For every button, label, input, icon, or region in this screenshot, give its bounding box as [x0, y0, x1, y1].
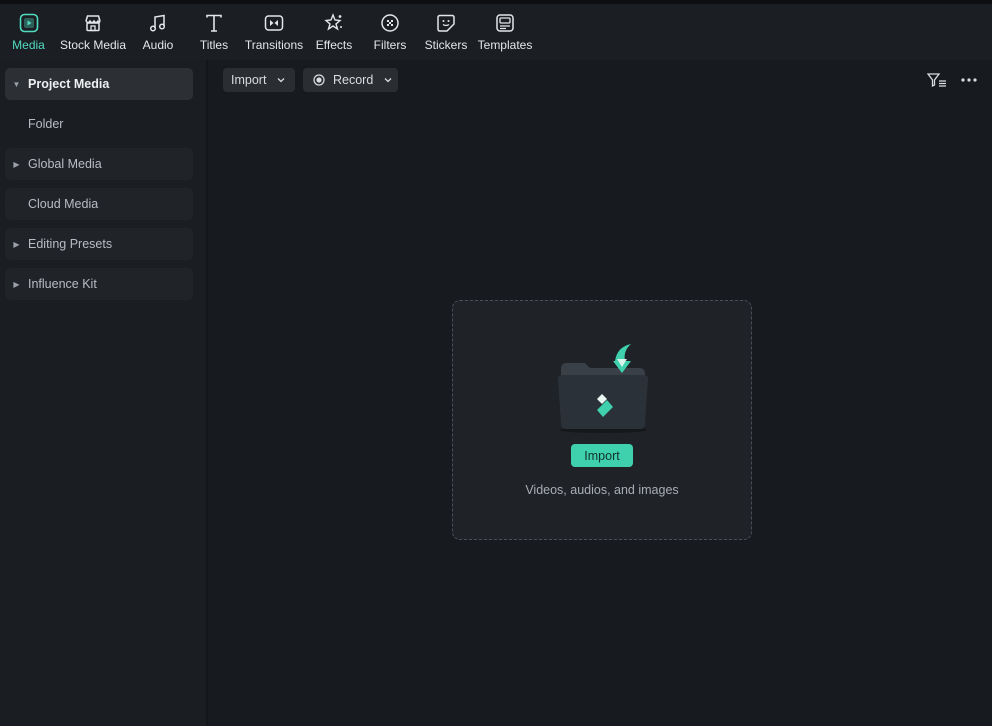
- music-note-icon: [147, 12, 169, 34]
- sidebar-item-label: Folder: [28, 117, 64, 131]
- dropzone-hint: Videos, audios, and images: [525, 483, 679, 497]
- tab-media[interactable]: Media: [0, 4, 57, 60]
- sidebar-item-project-media[interactable]: ▼ Project Media: [5, 68, 193, 100]
- chevron-down-icon: [276, 75, 286, 85]
- sidebar-item-cloud-media[interactable]: Cloud Media: [5, 188, 193, 220]
- media-toolbar: Media Stock Media Audio Titles Transitio…: [0, 4, 992, 60]
- tab-transitions-label: Transitions: [244, 38, 304, 52]
- chevron-down-icon: [383, 75, 393, 85]
- media-library-panel: Import Record Import Videos, audios, and…: [208, 60, 992, 726]
- folder-import-icon: [553, 341, 653, 437]
- record-icon: [313, 74, 325, 86]
- sidebar-item-folder[interactable]: Folder: [5, 108, 193, 140]
- stock-media-icon: [82, 12, 104, 34]
- media-sidebar: ▼ Project Media Folder ▶ Global Media Cl…: [0, 60, 206, 726]
- media-icon: [18, 12, 40, 34]
- transitions-icon: [263, 12, 285, 34]
- tab-templates-label: Templates: [477, 38, 533, 52]
- tab-stock-media[interactable]: Stock Media: [57, 4, 129, 60]
- tab-filters-label: Filters: [373, 38, 407, 52]
- tab-media-label: Media: [12, 38, 45, 52]
- tab-stock-media-label: Stock Media: [59, 38, 127, 52]
- sidebar-item-label: Influence Kit: [28, 277, 97, 291]
- caret-right-icon[interactable]: ▶: [5, 160, 28, 169]
- tab-audio-label: Audio: [142, 38, 174, 52]
- sidebar-item-editing-presets[interactable]: ▶ Editing Presets: [5, 228, 193, 260]
- caret-down-icon[interactable]: ▼: [5, 80, 28, 89]
- sidebar-item-global-media[interactable]: ▶ Global Media: [5, 148, 193, 180]
- sidebar-item-influence-kit[interactable]: ▶ Influence Kit: [5, 268, 193, 300]
- tab-templates[interactable]: Templates: [473, 4, 537, 60]
- sidebar-item-label: Project Media: [28, 77, 110, 91]
- titles-t-icon: [203, 12, 225, 34]
- effects-icon: [323, 12, 345, 34]
- record-button-label: Record: [333, 73, 374, 87]
- sidebar-item-label: Global Media: [28, 157, 102, 171]
- stickers-icon: [435, 12, 457, 34]
- tab-effects[interactable]: Effects: [307, 4, 361, 60]
- filter-sort-icon[interactable]: [926, 72, 947, 88]
- tab-stickers-label: Stickers: [424, 38, 468, 52]
- import-button-label: Import: [231, 73, 267, 87]
- tab-stickers[interactable]: Stickers: [419, 4, 473, 60]
- import-dropdown-button[interactable]: Import: [223, 68, 295, 92]
- tab-titles[interactable]: Titles: [187, 4, 241, 60]
- sidebar-item-label: Cloud Media: [28, 197, 99, 211]
- templates-icon: [494, 12, 516, 34]
- more-options-icon[interactable]: [960, 72, 978, 88]
- tab-effects-label: Effects: [315, 38, 353, 52]
- tab-titles-label: Titles: [199, 38, 229, 52]
- import-media-button[interactable]: Import: [571, 444, 633, 467]
- caret-right-icon[interactable]: ▶: [5, 240, 28, 249]
- filters-icon: [379, 12, 401, 34]
- tab-filters[interactable]: Filters: [361, 4, 419, 60]
- tab-audio[interactable]: Audio: [129, 4, 187, 60]
- import-dropzone[interactable]: Import Videos, audios, and images: [452, 300, 752, 540]
- sidebar-item-label: Editing Presets: [28, 237, 113, 251]
- record-dropdown-button[interactable]: Record: [303, 68, 398, 92]
- caret-right-icon[interactable]: ▶: [5, 280, 28, 289]
- tab-transitions[interactable]: Transitions: [241, 4, 307, 60]
